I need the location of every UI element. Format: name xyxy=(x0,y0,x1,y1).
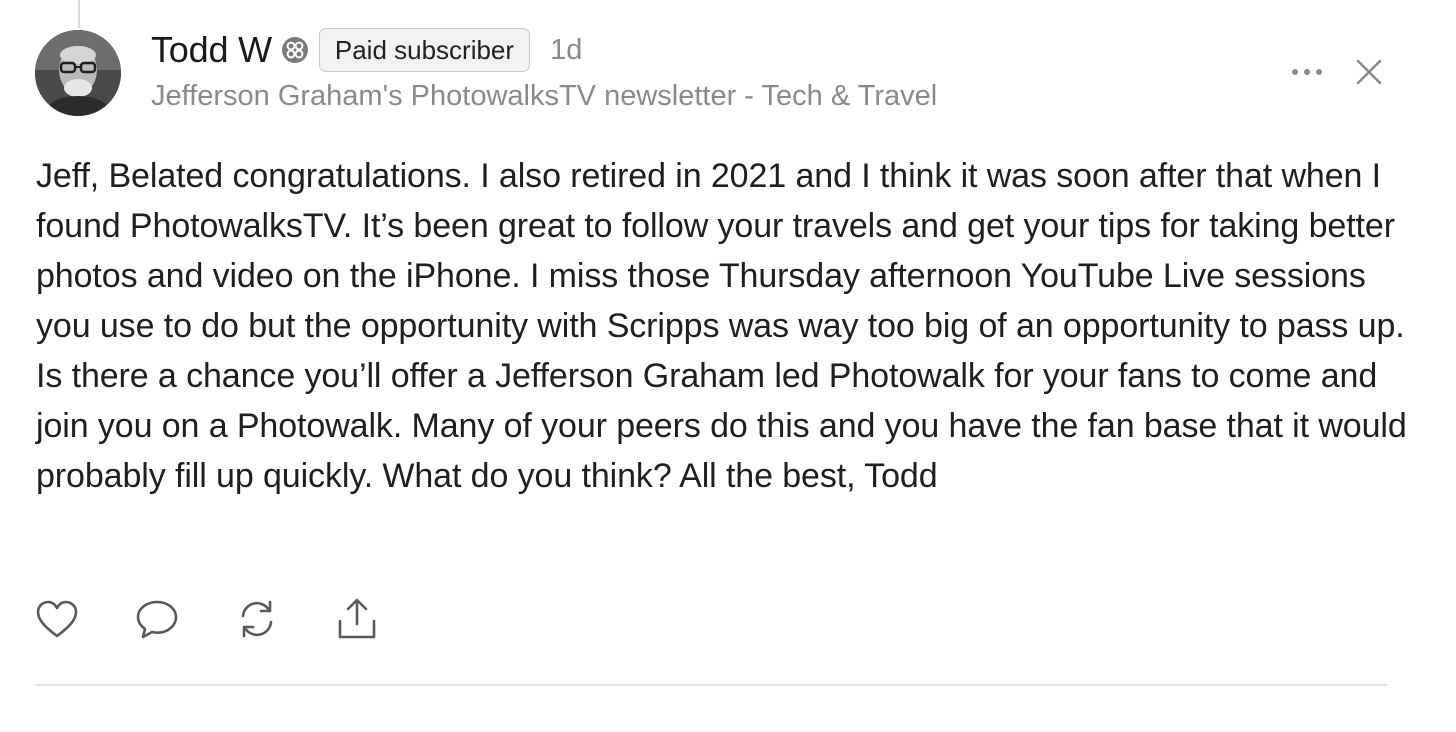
share-button[interactable] xyxy=(334,596,380,642)
close-button[interactable] xyxy=(1350,53,1388,91)
restack-button[interactable] xyxy=(234,596,280,642)
avatar[interactable] xyxy=(35,30,121,116)
speech-bubble-icon xyxy=(136,600,178,639)
paid-subscriber-badge: Paid subscriber xyxy=(318,28,531,72)
comment-header: Todd W Paid subscriber 1d xyxy=(151,26,582,74)
reply-button[interactable] xyxy=(134,596,180,642)
author-name[interactable]: Todd W xyxy=(151,29,272,71)
comment-timestamp[interactable]: 1d xyxy=(550,34,582,67)
divider xyxy=(35,684,1388,686)
thread-line xyxy=(78,0,80,28)
more-options-button[interactable] xyxy=(1288,58,1326,86)
comment-actions xyxy=(34,596,434,642)
close-icon xyxy=(1356,59,1382,85)
comment-body: Jeff, Belated congratulations. I also re… xyxy=(36,157,1407,495)
paid-subscriber-badge-icon xyxy=(281,36,309,64)
more-options-icon xyxy=(1292,69,1322,75)
heart-icon xyxy=(36,600,78,638)
restack-icon xyxy=(241,600,273,638)
publication-name[interactable]: Jefferson Graham's PhotowalksTV newslett… xyxy=(151,80,937,113)
share-icon xyxy=(338,598,376,639)
avatar-image xyxy=(35,30,121,116)
like-button[interactable] xyxy=(34,596,80,642)
